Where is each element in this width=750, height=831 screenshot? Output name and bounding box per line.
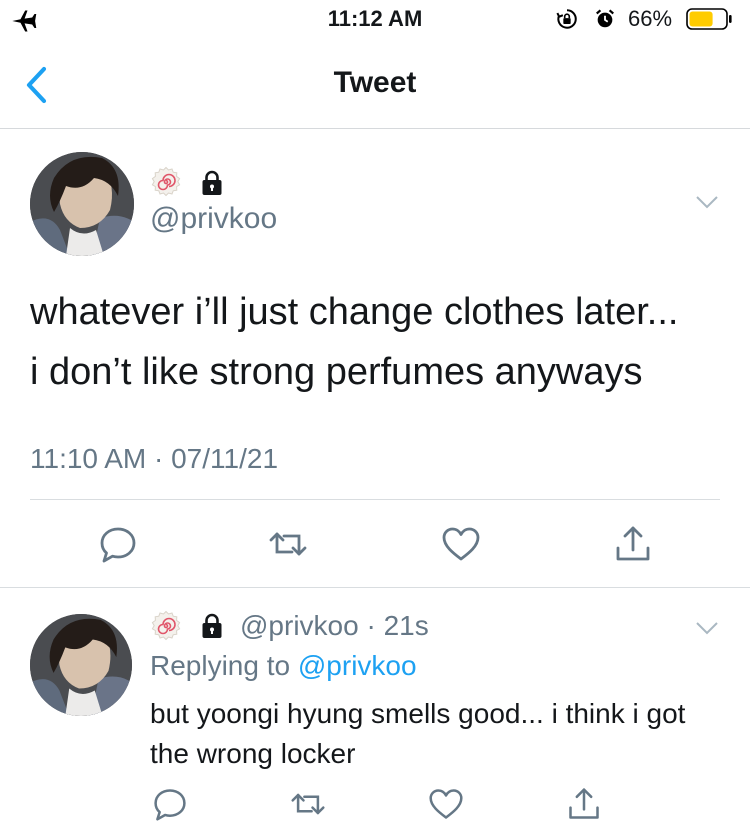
mention-link[interactable]: @privkoo — [298, 650, 417, 681]
tweet-text: whatever i’ll just change clothes later.… — [30, 282, 730, 402]
battery-percent: 66% — [628, 6, 673, 31]
fish-cake-emoji-icon — [151, 610, 181, 641]
like-icon[interactable] — [441, 524, 481, 564]
rotation-lock-icon — [556, 9, 577, 29]
tweet-text-line: i don’t like strong perfumes anyways — [30, 351, 643, 393]
lock-icon — [202, 613, 222, 638]
chevron-down-icon[interactable] — [695, 194, 719, 210]
avatar-photo — [30, 152, 134, 256]
divider — [30, 499, 720, 500]
reply-text: but yoongi hyung smells good... i think … — [150, 698, 686, 769]
tweet-timestamp: 11:10 AM · 07/11/21 — [30, 443, 279, 474]
page-title: Tweet — [333, 66, 417, 99]
lock-icon — [202, 170, 222, 195]
divider — [0, 587, 750, 588]
like-icon[interactable] — [428, 786, 464, 822]
alarm-icon — [596, 9, 614, 28]
share-icon[interactable] — [613, 524, 653, 564]
chevron-down-icon[interactable] — [695, 620, 719, 636]
status-bar: 11:12 AM 66% — [0, 0, 750, 40]
fish-cake-emoji-icon — [151, 166, 181, 197]
reply-icon[interactable] — [152, 786, 188, 822]
reply-handle-time[interactable]: @privkoo · 21s — [240, 610, 429, 642]
replying-prefix: Replying to — [150, 650, 298, 681]
avatar-photo — [30, 614, 132, 716]
retweet-icon[interactable] — [290, 786, 326, 822]
tweet-text-line: whatever i’ll just change clothes later.… — [30, 291, 679, 333]
battery-icon — [686, 8, 732, 30]
share-icon[interactable] — [566, 786, 602, 822]
retweet-icon[interactable] — [268, 524, 308, 564]
replying-to: Replying to @privkoo — [150, 650, 417, 682]
avatar[interactable] — [30, 614, 132, 716]
user-handle[interactable]: @privkoo — [150, 202, 277, 236]
reply-icon[interactable] — [98, 524, 138, 564]
avatar[interactable] — [30, 152, 134, 256]
navigation-bar: Tweet — [0, 40, 750, 129]
